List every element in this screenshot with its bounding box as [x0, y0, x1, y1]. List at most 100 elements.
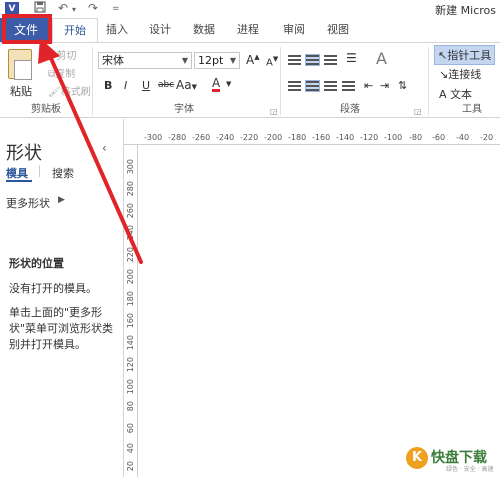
ruler-tick: -40	[456, 133, 470, 142]
chevron-right-icon[interactable]: ▶	[58, 195, 65, 205]
ruler-tick: -140	[336, 133, 355, 142]
ruler-tick: -260	[192, 133, 211, 142]
clipboard-group-label: 剪贴板	[31, 104, 61, 115]
ruler-tick: 80	[126, 401, 135, 412]
vertical-ruler: 300 280 260 240 220 200 180 160 140 120 …	[124, 145, 138, 477]
no-stencils-message: 没有打开的模具。	[9, 282, 97, 295]
ruler-tick: -100	[384, 133, 403, 142]
align-center-icon[interactable]	[305, 80, 320, 92]
chevron-down-icon: ▼	[181, 56, 188, 65]
shapes-panel-title: 形状	[6, 143, 42, 164]
tab-insert[interactable]: 插入	[104, 18, 130, 42]
paste-icon[interactable]	[8, 49, 32, 80]
hint-text-line2: 状"菜单可浏览形状类	[9, 322, 114, 335]
ruler-tick: 200	[126, 269, 135, 285]
cut-button[interactable]: ✂剪切	[48, 47, 76, 62]
increase-indent-icon[interactable]: ⇥	[380, 79, 389, 92]
align-bottom-icon[interactable]	[324, 55, 337, 65]
customize-quick-access-icon[interactable]: =	[112, 4, 120, 14]
ruler-tick: 40	[126, 443, 135, 454]
ruler-tick: 300	[126, 159, 135, 175]
ruler-tick: 280	[126, 181, 135, 197]
paste-button[interactable]: 粘贴	[10, 83, 32, 99]
tab-review[interactable]: 审阅	[280, 18, 308, 42]
ruler-tick: 220	[126, 247, 135, 263]
tab-process[interactable]: 进程	[234, 18, 262, 42]
active-tab-underline	[6, 180, 32, 182]
ribbon-divider	[428, 47, 429, 115]
title-bar: V ↶ ▾ ↷ = 新建 Micros	[0, 0, 500, 18]
horizontal-ruler: -300 -280 -260 -240 -220 -200 -180 -160 …	[124, 131, 500, 145]
ruler-tick: -280	[168, 133, 187, 142]
tab-home[interactable]: 开始	[52, 18, 98, 42]
hint-text-line1: 单击上面的"更多形	[9, 306, 103, 319]
ribbon: 粘贴 ✂剪切 ⧉复制 🖌格式刷 剪贴板 宋体 ▼ 12pt ▼ A▲ A▼ B I …	[0, 42, 500, 118]
shrink-font-button[interactable]: A▼	[266, 55, 278, 68]
paragraph-options-icon[interactable]: ⇅	[398, 79, 407, 92]
ribbon-divider	[92, 47, 93, 115]
font-name-select[interactable]: 宋体 ▼	[98, 52, 192, 69]
ribbon-tabs: 文件 开始 插入 设计 数据 进程 审阅 视图	[0, 18, 500, 42]
ruler-tick: -160	[312, 133, 331, 142]
ruler-tick: 240	[126, 225, 135, 241]
align-top-icon[interactable]	[288, 55, 301, 65]
ruler-tick: 60	[126, 423, 135, 434]
justify-icon[interactable]	[342, 81, 355, 91]
bold-button[interactable]: B	[104, 79, 112, 92]
ruler-tick: 260	[126, 203, 135, 219]
undo-icon[interactable]: ↶	[58, 1, 68, 15]
tab-divider	[39, 165, 40, 177]
ruler-tick: -120	[360, 133, 379, 142]
decrease-indent-icon[interactable]: ⇤	[364, 79, 373, 92]
ruler-tick: -300	[144, 133, 163, 142]
font-group-label: 字体	[174, 104, 194, 115]
align-right-icon[interactable]	[324, 81, 337, 91]
ruler-tick: 140	[126, 335, 135, 351]
change-case-button[interactable]: Aa▼	[176, 78, 197, 92]
grow-font-button[interactable]: A▲	[246, 53, 260, 67]
format-painter-button[interactable]: 🖌格式刷	[48, 83, 91, 98]
more-shapes-menu[interactable]: 更多形状	[6, 195, 50, 211]
tab-stencils[interactable]: 模具	[6, 165, 28, 181]
hint-text-line3: 别并打开模具。	[9, 338, 86, 351]
strikethrough-button[interactable]: abc	[158, 80, 174, 90]
tab-data[interactable]: 数据	[190, 18, 218, 42]
ruler-tick: -60	[432, 133, 446, 142]
ruler-tick: -220	[240, 133, 259, 142]
tab-design[interactable]: 设计	[146, 18, 174, 42]
brush-icon: 🖌	[48, 87, 61, 98]
tools-group-label: 工具	[462, 104, 482, 115]
font-dialog-launcher-icon[interactable]: ◲	[270, 107, 278, 116]
font-color-button[interactable]: A	[212, 77, 221, 92]
ruler-tick: 180	[126, 291, 135, 307]
chevron-down-icon[interactable]: ▼	[226, 80, 231, 88]
bullets-icon[interactable]: ☰	[346, 51, 357, 65]
ruler-tick: -20	[480, 133, 494, 142]
paragraph-dialog-launcher-icon[interactable]: ◲	[414, 107, 422, 116]
chevron-left-icon[interactable]: ‹	[102, 141, 107, 155]
underline-button[interactable]: U	[142, 79, 150, 92]
file-tab-highlight-box	[2, 14, 52, 44]
italic-button[interactable]: I	[124, 79, 127, 92]
pointer-tool-button[interactable]: ↖指针工具	[433, 45, 496, 65]
connector-icon: ↘	[439, 68, 449, 81]
ruler-tick: -80	[409, 133, 423, 142]
undo-dropdown-icon[interactable]: ▾	[72, 5, 76, 14]
font-size-select[interactable]: 12pt ▼	[194, 52, 240, 69]
copy-button[interactable]: ⧉复制	[48, 65, 75, 80]
kuaipan-logo-icon: K	[406, 447, 428, 469]
align-middle-icon[interactable]	[305, 54, 320, 66]
text-block-icon[interactable]: A	[376, 49, 387, 68]
ruler-tick: -200	[264, 133, 283, 142]
align-left-icon[interactable]	[288, 81, 301, 91]
watermark-subtext: 绿色 · 安全 · 高速	[446, 466, 494, 473]
drawing-canvas[interactable]	[139, 146, 500, 477]
ruler-tick: 120	[126, 357, 135, 373]
connector-tool-button[interactable]: ↘连接线	[439, 66, 481, 82]
ruler-tick: 20	[126, 461, 135, 472]
redo-icon[interactable]: ↷	[88, 1, 98, 15]
tab-view[interactable]: 视图	[324, 18, 352, 42]
ruler-tick: -180	[288, 133, 307, 142]
tab-search[interactable]: 搜索	[52, 165, 74, 181]
chevron-down-icon: ▼	[229, 56, 236, 65]
